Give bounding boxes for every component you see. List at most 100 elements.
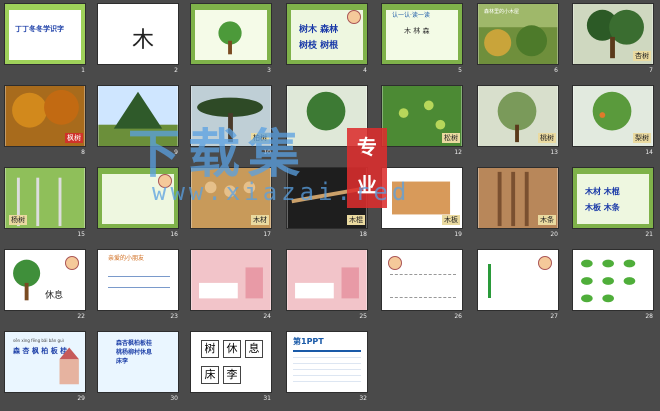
caption-tag: 木棍 <box>347 215 365 225</box>
character-box: 树 <box>201 340 219 358</box>
glyph-text: 休息 <box>45 291 64 301</box>
slide-number: 8 <box>81 149 85 156</box>
slide-number: 22 <box>77 313 85 320</box>
caption-tag: 枫树 <box>65 133 83 143</box>
castle-icon <box>59 347 79 385</box>
slide-sorter-grid: 丁丁冬冬学识字 1 木 2 3 树木 森林 树枝 树根 4 认一认·读一读 木 … <box>0 0 660 411</box>
slide-number: 32 <box>359 395 367 402</box>
slide-thumbnail-28[interactable] <box>572 249 654 311</box>
caption-tag: 杏树 <box>633 51 651 61</box>
caption-tag: 梨树 <box>633 133 651 143</box>
caption-tag: 木板 <box>442 215 460 225</box>
slide-number: 27 <box>550 313 558 320</box>
slide-number: 24 <box>263 313 271 320</box>
bedroom-photo <box>191 250 271 310</box>
slide-thumbnail-6[interactable]: 森林里的小木屋 <box>477 3 559 65</box>
slide-number: 23 <box>170 313 178 320</box>
slide-number: 7 <box>649 67 653 74</box>
slide-thumbnail-20[interactable]: 木条 <box>477 167 559 229</box>
vine-border <box>5 4 85 64</box>
tree-photo <box>287 86 367 146</box>
slide-thumbnail-18[interactable]: 木棍 <box>286 167 368 229</box>
slide-thumbnail-19[interactable]: 木板 <box>381 167 463 229</box>
slide-number: 28 <box>645 313 653 320</box>
slide-number: 14 <box>645 149 653 156</box>
slide-thumbnail-3[interactable] <box>190 3 272 65</box>
character-box: 床 <box>201 366 219 384</box>
slide-number: 30 <box>170 395 178 402</box>
vine-border <box>573 168 653 228</box>
slide-thumbnail-12[interactable]: 松树 <box>381 85 463 147</box>
cartoon-kid-icon <box>65 256 79 270</box>
cartoon-kid-icon <box>158 174 172 188</box>
slide-thumbnail-11[interactable] <box>286 85 368 147</box>
slide-thumbnail-25[interactable] <box>286 249 368 311</box>
character-line-2: 桃杨柳村休息 <box>116 349 153 356</box>
text-lines <box>108 276 170 288</box>
slide-number: 19 <box>454 231 462 238</box>
slide-number: 17 <box>263 231 271 238</box>
character-box: 息 <box>245 340 263 358</box>
character-box: 休 <box>223 340 241 358</box>
slide-number: 5 <box>458 67 462 74</box>
slide-thumbnail-4[interactable]: 树木 森林 树枝 树根 <box>286 3 368 65</box>
slide-header: 森林里的小木屋 <box>484 9 520 15</box>
slide-thumbnail-10[interactable]: 柏树 <box>190 85 272 147</box>
slide-thumbnail-27[interactable] <box>477 249 559 311</box>
slide-number: 9 <box>174 149 178 156</box>
slide-number: 13 <box>550 149 558 156</box>
slide-thumbnail-2[interactable]: 木 <box>97 3 179 65</box>
slide-thumbnail-30[interactable]: 森杏枫柏板桂 桃杨柳村休息 床李 <box>97 331 179 393</box>
slide-title: 丁丁冬冬学识字 <box>15 25 64 33</box>
text-lines <box>488 264 541 298</box>
slide-number: 16 <box>170 231 178 238</box>
cartoon-kid-icon <box>347 10 361 24</box>
glyph-image: 木 <box>132 28 155 53</box>
slide-thumbnail-7[interactable]: 杏树 <box>572 3 654 65</box>
ppt-logo: 第1PPT <box>293 337 324 346</box>
slide-thumbnail-32[interactable]: 第1PPT <box>286 331 368 393</box>
slide-number: 4 <box>363 67 367 74</box>
slide-number: 31 <box>263 395 271 402</box>
slide-thumbnail-21[interactable]: 木材 木棍 木板 木条 <box>572 167 654 229</box>
caption-tag: 木条 <box>538 215 556 225</box>
slide-thumbnail-29[interactable]: sēn xìng fēng bǎi bǎn guì 森 杏 枫 柏 板 桂 <box>4 331 86 393</box>
slide-thumbnail-15[interactable]: 杨树 <box>4 167 86 229</box>
slide-thumbnail-5[interactable]: 认一认·读一读 木 林 森 <box>381 3 463 65</box>
slide-thumbnail-23[interactable]: 亲爱的小朋友 <box>97 249 179 311</box>
info-lines <box>293 350 361 382</box>
slide-number: 29 <box>77 395 85 402</box>
bedroom-photo <box>287 250 367 310</box>
caption-tag: 杨树 <box>9 215 27 225</box>
slide-thumbnail-17[interactable]: 木材 <box>190 167 272 229</box>
caption-tag: 木材 <box>251 215 269 225</box>
slide-thumbnail-8[interactable]: 枫树 <box>4 85 86 147</box>
leaf-cards <box>581 259 636 303</box>
caption-tag: 松树 <box>442 133 460 143</box>
character-line-1: 森杏枫柏板桂 <box>116 340 153 347</box>
slide-number: 25 <box>359 313 367 320</box>
slide-thumbnail-1[interactable]: 丁丁冬冬学识字 <box>4 3 86 65</box>
word-text: 木 林 森 <box>404 27 430 35</box>
slide-number: 1 <box>81 67 85 74</box>
caption-tag: 桃树 <box>538 133 556 143</box>
slide-thumbnail-24[interactable] <box>190 249 272 311</box>
tree-icon <box>218 21 242 55</box>
slide-number: 26 <box>454 313 462 320</box>
slide-thumbnail-22[interactable]: 休息 <box>4 249 86 311</box>
slide-number: 18 <box>359 231 367 238</box>
slide-number: 12 <box>454 149 462 156</box>
slide-thumbnail-26[interactable] <box>381 249 463 311</box>
cartoon-kid-icon <box>388 256 402 270</box>
slide-thumbnail-9[interactable] <box>97 85 179 147</box>
slide-number: 3 <box>267 67 271 74</box>
slide-number: 11 <box>359 149 367 156</box>
slide-header: 亲爱的小朋友 <box>108 255 145 262</box>
slide-thumbnail-16[interactable] <box>97 167 179 229</box>
slide-thumbnail-31[interactable]: 树 休 息 床 李 <box>190 331 272 393</box>
slide-thumbnail-14[interactable]: 梨树 <box>572 85 654 147</box>
word-line-2: 木板 木条 <box>585 202 620 212</box>
slide-thumbnail-13[interactable]: 桃树 <box>477 85 559 147</box>
slide-number: 10 <box>263 149 271 156</box>
word-line-1: 树木 森林 <box>299 25 339 35</box>
